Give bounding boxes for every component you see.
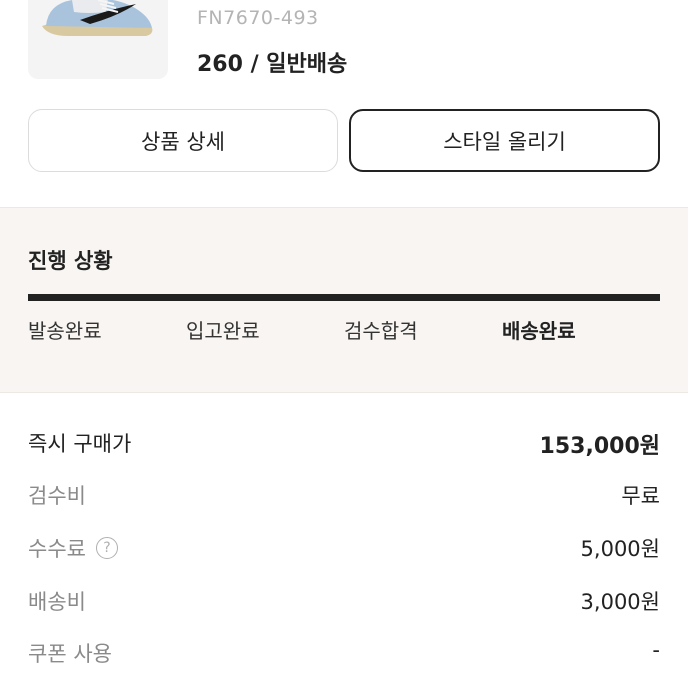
inspection-fee-row: 검수비 무료 [28,480,660,516]
inspection-fee-label: 검수비 [28,484,86,508]
size-and-shipping: 260 / 일반배송 [197,52,348,77]
step-inspection-passed: 검수합격 [344,319,418,343]
instant-price-label: 즉시 구매가 [28,432,132,456]
progress-fill [28,294,660,301]
instant-price-value: 153,000원 [539,434,660,459]
shipping-fee-value: 3,000원 [580,590,660,614]
product-summary: FN7670-493 260 / 일반배송 [0,0,688,100]
coupon-value: - [652,638,660,662]
model-number: FN7670-493 [197,7,319,29]
commission-label: 수수료 [28,537,86,561]
product-detail-button[interactable]: 상품 상세 [28,109,338,172]
sneaker-image [42,0,153,36]
progress-title: 진행 상황 [28,249,113,273]
instant-price-row: 즉시 구매가 153,000원 [28,428,660,464]
coupon-label: 쿠폰 사용 [28,642,112,666]
shipping-fee-label: 배송비 [28,590,86,614]
upload-style-button[interactable]: 스타일 올리기 [349,109,660,172]
shipping-fee-row: 배송비 3,000원 [28,586,660,622]
inspection-fee-value: 무료 [621,484,660,508]
product-thumbnail[interactable] [28,0,168,79]
help-icon[interactable]: ? [95,537,118,559]
step-received: 입고완료 [186,319,260,343]
commission-label-wrap: 수수료 ? [28,533,118,563]
progress-section: 진행 상황 발송완료 입고완료 검수합격 배송완료 [0,207,688,393]
progress-track [28,294,660,301]
step-sent: 발송완료 [28,319,102,343]
commission-value: 5,000원 [580,537,660,561]
coupon-row: 쿠폰 사용 - [28,638,660,674]
step-delivered: 배송완료 [502,319,576,343]
commission-row: 수수료 ? 5,000원 [28,533,660,569]
